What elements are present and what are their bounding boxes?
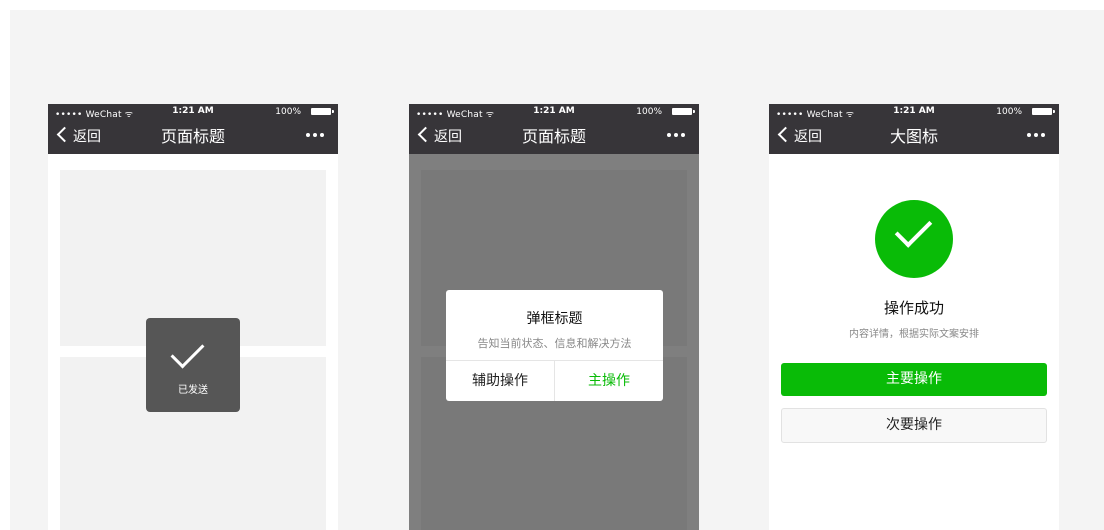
phone-result-demo: ••••• WeChat ᯤ 1:21 AM 100% 返回 大图标 操作成功 …: [769, 104, 1059, 530]
page-title: 页面标题: [160, 127, 225, 146]
dialog-description: 告知当前状态、信息和解决方法: [477, 337, 632, 350]
battery-percent: 100%: [996, 107, 1022, 117]
status-bar: ••••• WeChat ᯤ 1:21 AM 100%: [769, 104, 1059, 120]
more-dots-icon[interactable]: [1027, 133, 1049, 141]
battery-percent: 100%: [636, 107, 662, 117]
check-icon: [170, 334, 205, 369]
secondary-action-button[interactable]: 次要操作: [781, 408, 1047, 443]
result-title: 操作成功: [883, 299, 944, 317]
toast-text: 已发送: [178, 385, 208, 396]
battery-icon: [1032, 108, 1055, 115]
toast: 已发送: [146, 318, 240, 412]
result-description: 内容详情，根据实际文案安排: [849, 329, 979, 340]
dialog-title: 弹框标题: [526, 311, 583, 327]
dialog-footer: 辅助操作 主操作: [446, 360, 663, 401]
showcase-stage: ••••• WeChat ᯤ 1:21 AM 100% 返回 页面标题 已发送 …: [10, 10, 1104, 530]
more-dots-icon[interactable]: [306, 133, 328, 141]
check-icon: [894, 210, 933, 248]
battery-icon: [311, 108, 334, 115]
nav-bar: 返回 大图标: [769, 120, 1059, 154]
status-bar: ••••• WeChat ᯤ 1:21 AM 100%: [48, 104, 338, 120]
dialog-primary-button[interactable]: 主操作: [555, 361, 663, 401]
dialog-secondary-button[interactable]: 辅助操作: [446, 361, 555, 401]
nav-bar: 返回 页面标题: [409, 120, 699, 154]
success-check-icon: [875, 200, 953, 278]
dialog: 弹框标题 告知当前状态、信息和解决方法 辅助操作 主操作: [446, 290, 663, 401]
status-bar: ••••• WeChat ᯤ 1:21 AM 100%: [409, 104, 699, 120]
battery-percent: 100%: [275, 107, 301, 117]
page-title: 页面标题: [521, 127, 586, 146]
nav-bar: 返回 页面标题: [48, 120, 338, 154]
phone-toast-demo: ••••• WeChat ᯤ 1:21 AM 100% 返回 页面标题 已发送: [48, 104, 338, 530]
phone-dialog-demo: ••••• WeChat ᯤ 1:21 AM 100% 返回 页面标题 弹框标题…: [409, 104, 699, 530]
battery-icon: [672, 108, 695, 115]
primary-action-button[interactable]: 主要操作: [781, 363, 1047, 396]
page-title: 大图标: [889, 127, 938, 146]
more-dots-icon[interactable]: [667, 133, 689, 141]
